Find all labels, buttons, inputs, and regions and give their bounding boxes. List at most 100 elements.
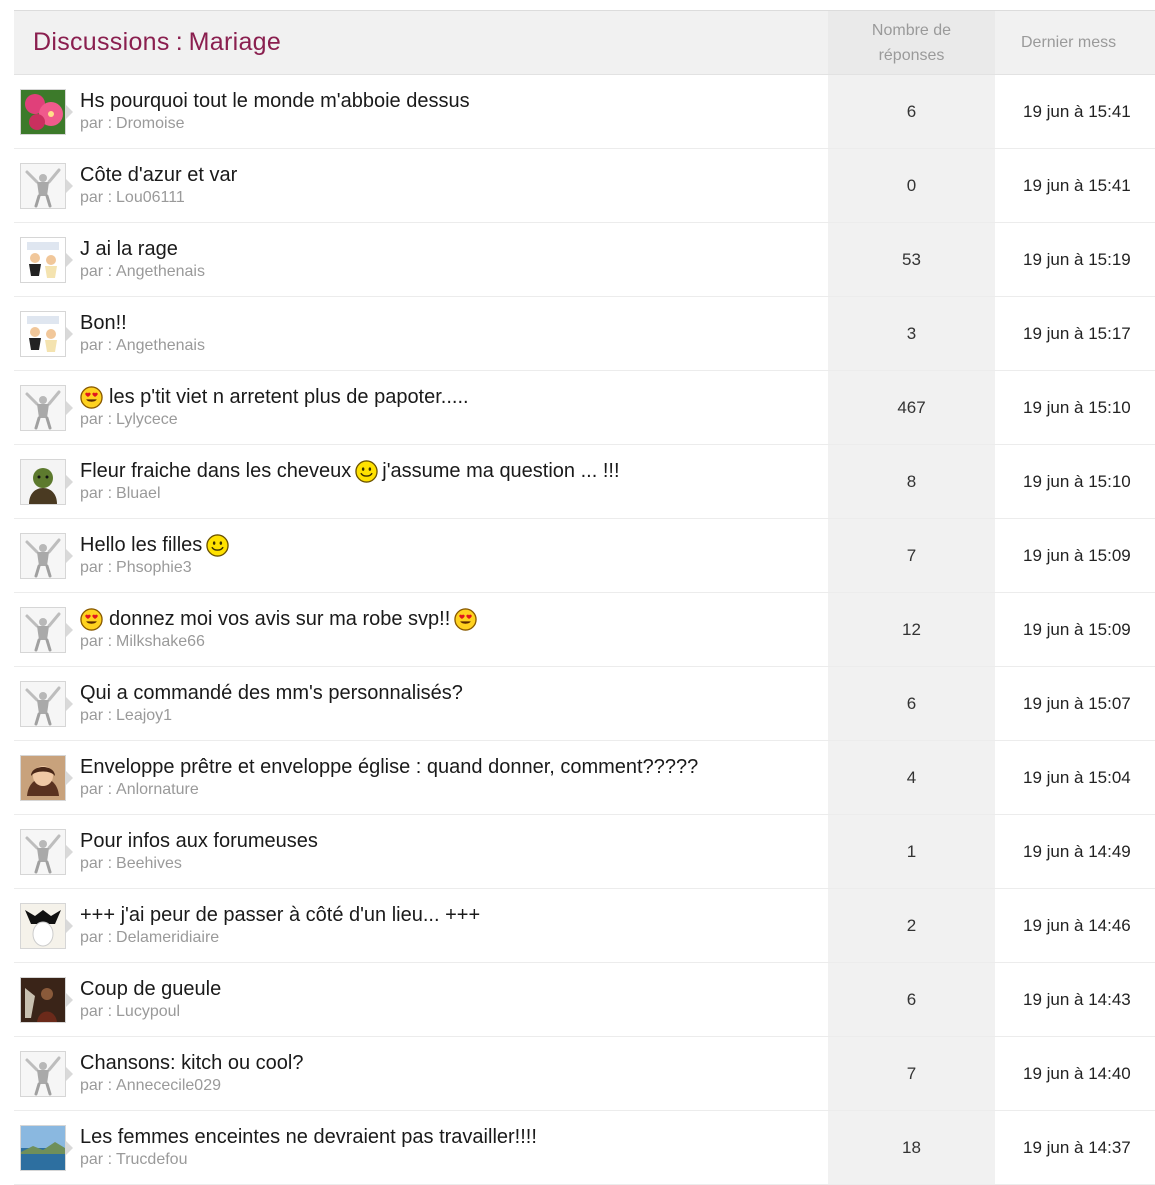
author-name-link[interactable]: Dromoise (116, 115, 184, 132)
author-name-link[interactable]: Delameridiaire (116, 929, 219, 946)
replies-count: 2 (828, 889, 995, 962)
author-name-link[interactable]: Beehives (116, 855, 182, 872)
topic-row[interactable]: Enveloppe prêtre et enveloppe église : q… (14, 741, 1155, 815)
topic-cell: donnez moi vos avis sur ma robe svp!! pa… (14, 593, 828, 666)
green-ogre-avatar[interactable] (20, 459, 66, 505)
topic-row[interactable]: Qui a commandé des mm's personnalisés? p… (14, 667, 1155, 741)
topic-title-link[interactable]: J ai la rage (80, 237, 205, 262)
default-silhouette-avatar[interactable] (20, 607, 66, 653)
author-name-link[interactable]: Angethenais (116, 337, 205, 354)
topic-title-link[interactable]: +++ j'ai peur de passer à côté d'un lieu… (80, 903, 480, 928)
author-name-link[interactable]: Anlornature (116, 781, 199, 798)
topic-title-link[interactable]: donnez moi vos avis sur ma robe svp!! (80, 607, 481, 632)
last-message-date[interactable]: 19 jun à 15:09 (995, 593, 1155, 666)
topic-title-link[interactable]: Chansons: kitch ou cool? (80, 1051, 303, 1076)
last-message-date[interactable]: 19 jun à 15:41 (995, 75, 1155, 148)
last-message-date[interactable]: 19 jun à 15:19 (995, 223, 1155, 296)
author-name-link[interactable]: Lylycece (116, 411, 178, 428)
last-message-date[interactable]: 19 jun à 15:41 (995, 149, 1155, 222)
topic-row[interactable]: Hs pourquoi tout le monde m'abboie dessu… (14, 75, 1155, 149)
topic-title-link[interactable]: Bon!! (80, 311, 205, 336)
smile-emoji-icon (355, 460, 378, 483)
last-message-date[interactable]: 19 jun à 14:37 (995, 1111, 1155, 1184)
author-name-link[interactable]: Trucdefou (116, 1151, 187, 1168)
author-name-link[interactable]: Bluael (116, 485, 160, 502)
woman-portrait-avatar[interactable] (20, 755, 66, 801)
author-prefix: par : (80, 337, 113, 354)
landscape-avatar[interactable] (20, 1125, 66, 1171)
default-silhouette-avatar[interactable] (20, 681, 66, 727)
penguin-avatar[interactable] (20, 903, 66, 949)
topic-title-text: Hello les filles (80, 534, 203, 556)
topic-row[interactable]: Côte d'azur et var par : Lou06111 0 19 ju… (14, 149, 1155, 223)
topic-title-text: Hs pourquoi tout le monde m'abboie dessu… (80, 90, 470, 112)
last-message-date[interactable]: 19 jun à 15:10 (995, 371, 1155, 444)
topic-title-link[interactable]: Enveloppe prêtre et enveloppe église : q… (80, 755, 698, 780)
topic-title-link[interactable]: Hello les filles (80, 533, 233, 558)
topic-row[interactable]: donnez moi vos avis sur ma robe svp!! pa… (14, 593, 1155, 667)
author-prefix: par : (80, 855, 113, 872)
topic-title-link[interactable]: Fleur fraiche dans les cheveux j'assume m… (80, 459, 620, 484)
last-message-date[interactable]: 19 jun à 15:04 (995, 741, 1155, 814)
replies-column-header[interactable]: Nombre de réponses (828, 11, 995, 74)
cartoon-couple-avatar[interactable] (20, 311, 66, 357)
pink-flower-avatar[interactable] (20, 89, 66, 135)
topic-row[interactable]: Coup de gueule par : Lucypoul 6 19 jun à … (14, 963, 1155, 1037)
topic-row[interactable]: les p'tit viet n arretent plus de papote… (14, 371, 1155, 445)
topic-row[interactable]: Chansons: kitch ou cool? par : Annececile… (14, 1037, 1155, 1111)
author-name-link[interactable]: Milkshake66 (116, 633, 205, 650)
replies-count: 6 (828, 75, 995, 148)
topic-title-link[interactable]: Côte d'azur et var (80, 163, 237, 188)
topic-texts: Enveloppe prêtre et enveloppe église : q… (80, 741, 698, 800)
last-message-column-header[interactable]: Dernier mess (995, 11, 1155, 74)
default-silhouette-avatar[interactable] (20, 829, 66, 875)
topic-row[interactable]: +++ j'ai peur de passer à côté d'un lieu… (14, 889, 1155, 963)
last-message-date[interactable]: 19 jun à 15:07 (995, 667, 1155, 740)
topic-row[interactable]: Pour infos aux forumeuses par : Beehives … (14, 815, 1155, 889)
author-prefix: par : (80, 1003, 113, 1020)
topic-title-text: Côte d'azur et var (80, 164, 238, 186)
topic-row[interactable]: Les femmes enceintes ne devraient pas tr… (14, 1111, 1155, 1185)
default-silhouette-avatar[interactable] (20, 533, 66, 579)
last-message-date[interactable]: 19 jun à 14:46 (995, 889, 1155, 962)
default-silhouette-avatar[interactable] (20, 163, 66, 209)
table-header: Discussions : Mariage Nombre de réponses… (14, 10, 1155, 75)
last-message-date[interactable]: 19 jun à 14:40 (995, 1037, 1155, 1110)
topic-cell: Bon!! par : Angethenais (14, 297, 828, 370)
topic-title-link[interactable]: Les femmes enceintes ne devraient pas tr… (80, 1125, 537, 1150)
last-message-date[interactable]: 19 jun à 15:10 (995, 445, 1155, 518)
author-name-link[interactable]: Phsophie3 (116, 559, 192, 576)
author-prefix: par : (80, 115, 113, 132)
topic-texts: Bon!! par : Angethenais (80, 297, 205, 356)
author-name-link[interactable]: Lucypoul (116, 1003, 180, 1020)
topic-author: par : Milkshake66 (80, 632, 481, 652)
last-message-date[interactable]: 19 jun à 15:09 (995, 519, 1155, 592)
replies-count: 8 (828, 445, 995, 518)
topic-row[interactable]: Fleur fraiche dans les cheveux j'assume m… (14, 445, 1155, 519)
avatar-pointer-arrow (66, 919, 73, 933)
replies-count: 1 (828, 815, 995, 888)
topic-author: par : Leajoy1 (80, 706, 463, 726)
topic-row[interactable]: Hello les filles par : Phsophie3 7 19 jun… (14, 519, 1155, 593)
author-name-link[interactable]: Annececile029 (116, 1077, 221, 1094)
topic-title-link[interactable]: Qui a commandé des mm's personnalisés? (80, 681, 463, 706)
topic-author: par : Phsophie3 (80, 558, 233, 578)
author-name-link[interactable]: Lou06111 (116, 189, 185, 206)
topic-row[interactable]: Bon!! par : Angethenais 3 19 jun à 15:17 (14, 297, 1155, 371)
last-message-date[interactable]: 19 jun à 14:49 (995, 815, 1155, 888)
topic-title-link[interactable]: Coup de gueule (80, 977, 221, 1002)
last-message-date[interactable]: 19 jun à 15:17 (995, 297, 1155, 370)
default-silhouette-avatar[interactable] (20, 385, 66, 431)
dark-photo-avatar[interactable] (20, 977, 66, 1023)
topic-title-link[interactable]: Hs pourquoi tout le monde m'abboie dessu… (80, 89, 470, 114)
avatar-pointer-arrow (66, 401, 73, 415)
topic-title-link[interactable]: Pour infos aux forumeuses (80, 829, 318, 854)
last-message-date[interactable]: 19 jun à 14:43 (995, 963, 1155, 1036)
author-name-link[interactable]: Leajoy1 (116, 707, 172, 724)
topic-row[interactable]: J ai la rage par : Angethenais 53 19 jun … (14, 223, 1155, 297)
topic-title-link[interactable]: les p'tit viet n arretent plus de papote… (80, 385, 469, 410)
default-silhouette-avatar[interactable] (20, 1051, 66, 1097)
avatar-pointer-arrow (66, 475, 73, 489)
cartoon-couple-avatar[interactable] (20, 237, 66, 283)
author-name-link[interactable]: Angethenais (116, 263, 205, 280)
